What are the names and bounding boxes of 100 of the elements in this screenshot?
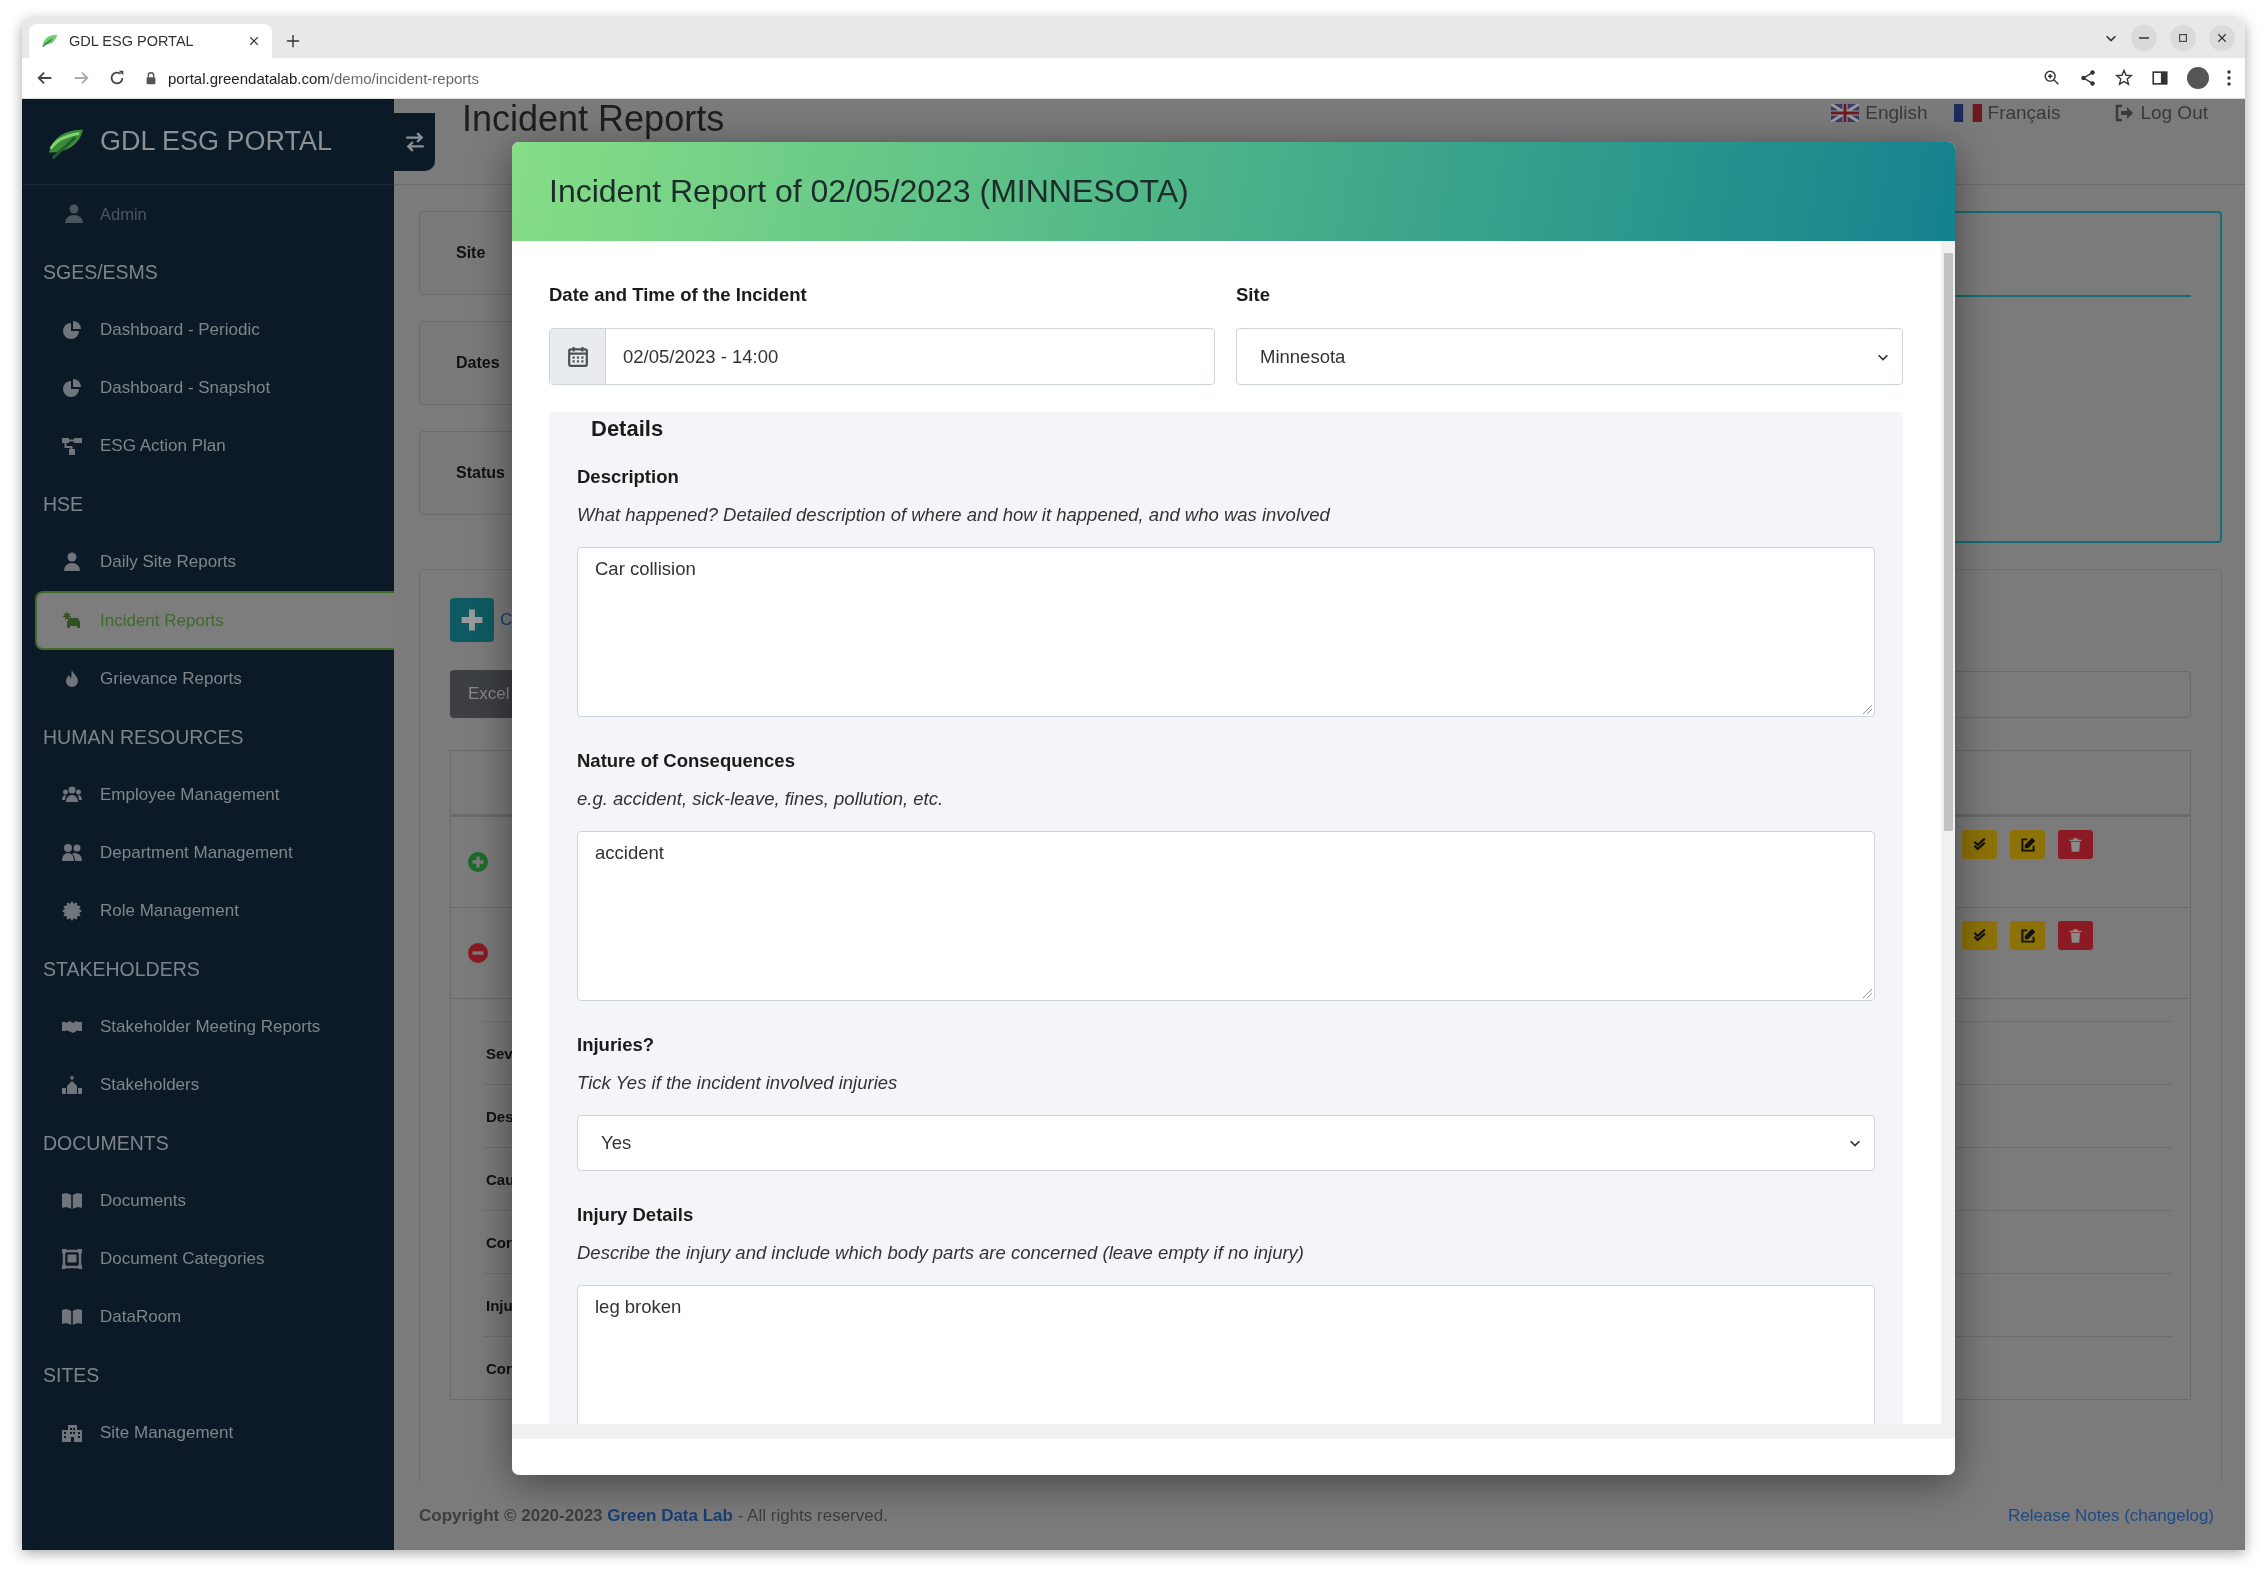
language-link[interactable]: Français (1953, 102, 2061, 124)
add-button[interactable] (450, 598, 494, 642)
copyright-text: Copyright © 2020-2023 Green Data Lab - All rights reserved. (419, 1506, 888, 1526)
maximize-icon (2177, 32, 2189, 44)
minimize-icon (2139, 37, 2149, 39)
sidebar-item-label: Grievance Reports (100, 669, 242, 689)
people-icon (62, 785, 82, 805)
text-area[interactable]: accident (577, 831, 1875, 1001)
text-area[interactable]: Car collision (577, 547, 1875, 717)
site-select[interactable]: Minnesota (1236, 328, 1903, 385)
delete-button[interactable] (2058, 921, 2093, 950)
detail-label: Sev (486, 1044, 513, 1062)
excel-button[interactable]: Excel (450, 670, 512, 718)
leaf-icon (41, 32, 59, 50)
profile-avatar[interactable] (2187, 67, 2209, 89)
car-icon (62, 610, 82, 631)
address-bar[interactable]: portal.greendatalab.com/demo/incident-reports (144, 69, 2025, 87)
chapel-icon (62, 1075, 82, 1095)
forward-icon (72, 69, 90, 87)
sidebar-item-label: Role Management (100, 901, 239, 921)
calendar-icon (566, 345, 589, 368)
sidebar-item[interactable]: ESG Action Plan (22, 417, 394, 475)
tab-title: GDL ESG PORTAL (69, 33, 195, 49)
close-icon (248, 35, 260, 47)
sidebar-item[interactable]: Daily Site Reports (22, 533, 394, 591)
double-check-icon (1971, 836, 1988, 853)
sidebar-item-label: Stakeholder Meeting Reports (100, 1017, 321, 1037)
filter-label: Dates (456, 354, 500, 372)
field-label: Nature of Consequences (577, 749, 796, 773)
language-link[interactable]: English (1831, 102, 1928, 124)
french-flag-icon (1953, 104, 1982, 122)
user-icon (64, 204, 84, 224)
star-icon (2115, 69, 2133, 87)
browser-tab[interactable]: GDL ESG PORTAL (29, 24, 272, 58)
sidebar-item-label: Document Categories (100, 1249, 265, 1269)
field-label: Injuries? (577, 1033, 656, 1057)
close-button[interactable] (2209, 25, 2235, 51)
url-text: portal.greendatalab.com/demo/incident-reports (168, 69, 480, 87)
sidebar-item[interactable]: Grievance Reports (22, 650, 394, 708)
field-help-text: Describe the injury and include which body parts are concerned (leave empty if no injury) (577, 1241, 1305, 1265)
section-heading: SITES (42, 1362, 101, 1388)
double-check-icon (1971, 927, 1988, 944)
date-field[interactable]: 02/05/2023 - 14:00 (549, 328, 1215, 385)
company-link[interactable]: Green Data Lab (607, 1506, 733, 1525)
sidebar-item[interactable]: Stakeholders (22, 1056, 394, 1114)
close-icon (2216, 32, 2228, 44)
field-help-text: What happened? Detailed description of where and how it happened, and who was involved (577, 503, 1332, 527)
sidebar-item-label: ESG Action Plan (100, 436, 226, 456)
sidebar-item[interactable]: Documents (22, 1172, 394, 1230)
field-help-text: Tick Yes if the incident involved injuries (577, 1071, 899, 1095)
sidebar-item-label: Documents (100, 1191, 186, 1211)
field-label: Injury Details (577, 1203, 695, 1227)
select-field[interactable]: Yes (577, 1115, 1875, 1171)
sidebar-item[interactable]: Site Management (22, 1404, 394, 1462)
sidebar-item[interactable]: DataRoom (22, 1288, 394, 1346)
logout-icon (2114, 103, 2135, 123)
book-icon (62, 1191, 82, 1211)
sidebar-item[interactable]: Stakeholder Meeting Reports (22, 998, 394, 1056)
frame-icon (62, 1249, 82, 1269)
sidebar-item[interactable]: Document Categories (22, 1230, 394, 1288)
sidebar-item[interactable]: Dashboard - Periodic (22, 301, 394, 359)
brand-name: GDL ESG PORTAL (100, 126, 333, 157)
edit-button[interactable] (2010, 830, 2045, 859)
badge-icon (62, 901, 82, 921)
sidebar-item[interactable]: Dashboard - Snapshot (22, 359, 394, 417)
detail-label: Des (486, 1107, 514, 1125)
field-label: Site (1236, 283, 1271, 307)
menu-icon (2227, 70, 2231, 86)
edit-icon (2019, 836, 2036, 853)
logout-link[interactable]: Log Out (2114, 102, 2208, 124)
zoom-icon (2043, 69, 2061, 87)
reload-icon (108, 69, 126, 87)
filter-label: Site (456, 244, 486, 262)
field-label: Description (577, 465, 680, 489)
scrollbar[interactable] (1941, 241, 1955, 1424)
validate-button[interactable] (1962, 830, 1997, 859)
sidebar-item[interactable]: Role Management (22, 882, 394, 940)
person-icon (62, 552, 82, 572)
sidebar-toggle-button[interactable] (394, 113, 435, 171)
sidebar-item-label: Dashboard - Snapshot (100, 378, 271, 398)
trash-icon (2068, 836, 2083, 853)
text-area[interactable]: leg broken (577, 1285, 1875, 1424)
people-icon (62, 843, 82, 863)
sidebar-item-label: Incident Reports (100, 610, 224, 631)
minimize-button[interactable] (2131, 25, 2157, 51)
maximize-button[interactable] (2170, 25, 2196, 51)
detail-label: Cor (486, 1359, 512, 1377)
sidebar-item[interactable]: Employee Management (22, 766, 394, 824)
plus-icon (459, 607, 485, 633)
sidebar-item[interactable]: Department Management (22, 824, 394, 882)
sidebar-item-label: Employee Management (100, 785, 280, 805)
edit-button[interactable] (2010, 921, 2045, 950)
user-name: Admin (100, 204, 147, 224)
delete-button[interactable] (2058, 830, 2093, 859)
hierarchy-icon (62, 436, 82, 456)
dialog-title: Incident Report of 02/05/2023 (MINNESOTA) (549, 173, 1189, 210)
validate-button[interactable] (1962, 921, 1997, 950)
plus-icon (286, 34, 300, 48)
scrollbar[interactable] (512, 1424, 1955, 1439)
sidebar-item-label: Daily Site Reports (100, 552, 237, 572)
